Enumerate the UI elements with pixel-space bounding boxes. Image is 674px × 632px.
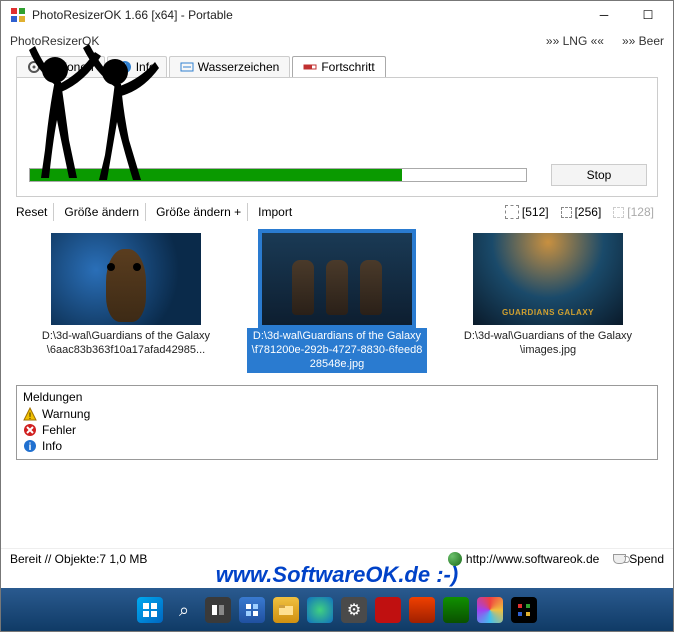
- tab-watermark[interactable]: Wasserzeichen: [169, 56, 291, 77]
- minimize-button[interactable]: [582, 0, 626, 30]
- size-icon: [613, 207, 624, 218]
- warning-icon: !: [23, 407, 37, 421]
- app-icon-green[interactable]: [443, 597, 469, 623]
- beer-button[interactable]: »» Beer: [622, 34, 664, 48]
- message-label: Info: [42, 439, 62, 453]
- thumbnail-item[interactable]: D:\3d-wal\Guardians of the Galaxy\6aac83…: [36, 233, 216, 373]
- maximize-button[interactable]: [626, 0, 670, 30]
- language-button[interactable]: »» LNG ««: [546, 34, 604, 48]
- stop-button[interactable]: Stop: [551, 164, 647, 186]
- thumbnail-grid: D:\3d-wal\Guardians of the Galaxy\6aac83…: [0, 227, 674, 379]
- settings-icon[interactable]: ⚙: [341, 597, 367, 623]
- message-label: Fehler: [42, 423, 76, 437]
- reset-button[interactable]: Reset: [16, 203, 54, 221]
- messages-panel: Meldungen ! Warnung Fehler i Info: [16, 385, 658, 460]
- size-icon: [561, 207, 572, 218]
- widgets-icon[interactable]: [239, 597, 265, 623]
- tab-label: Fortschritt: [321, 60, 374, 74]
- thumbnail-item[interactable]: GUARDIANS GALAXY D:\3d-wal\Guardians of …: [458, 233, 638, 373]
- edge-icon[interactable]: [307, 597, 333, 623]
- message-error[interactable]: Fehler: [23, 423, 651, 437]
- thumbnail-image: GUARDIANS GALAXY: [473, 233, 623, 325]
- app-icon-orange[interactable]: [409, 597, 435, 623]
- thumbnail-item[interactable]: D:\3d-wal\Guardians of the Galaxy\f78120…: [247, 233, 427, 373]
- thumbnail-caption: D:\3d-wal\Guardians of the Galaxy\f78120…: [247, 328, 427, 373]
- resize-button[interactable]: Größe ändern: [58, 203, 146, 221]
- watermark-text: www.SoftwareOK.de :-): [0, 562, 674, 588]
- thumbnail-caption: D:\3d-wal\Guardians of the Galaxy\6aac83…: [36, 328, 216, 360]
- search-icon[interactable]: ⌕: [171, 597, 197, 623]
- action-toolbar: Reset Größe ändern Größe ändern + Import…: [0, 197, 674, 227]
- tab-label: Wasserzeichen: [198, 60, 280, 74]
- svg-text:i: i: [29, 442, 32, 453]
- message-info[interactable]: i Info: [23, 439, 651, 453]
- progress-icon: [303, 60, 317, 74]
- watermark-icon: [180, 60, 194, 74]
- paint-icon[interactable]: [477, 597, 503, 623]
- resize-plus-button[interactable]: Größe ändern +: [150, 203, 248, 221]
- thumbnail-caption: D:\3d-wal\Guardians of the Galaxy\images…: [458, 328, 638, 360]
- thumb-size-512[interactable]: [512]: [501, 203, 553, 221]
- explorer-icon[interactable]: [273, 597, 299, 623]
- thumbnail-image: [262, 233, 412, 325]
- size-icon: [505, 205, 519, 219]
- svg-text:!: !: [29, 411, 32, 421]
- error-icon: [23, 423, 37, 437]
- message-label: Warnung: [42, 407, 90, 421]
- tab-progress[interactable]: Fortschritt: [292, 56, 385, 77]
- app-icon-multi[interactable]: [511, 597, 537, 623]
- message-warning[interactable]: ! Warnung: [23, 407, 651, 421]
- import-button[interactable]: Import: [252, 203, 298, 221]
- start-button[interactable]: [137, 597, 163, 623]
- thumb-size-128[interactable]: [128]: [609, 203, 658, 221]
- app-icon-red[interactable]: [375, 597, 401, 623]
- messages-header: Meldungen: [23, 390, 651, 404]
- thumbnail-image: [51, 233, 201, 325]
- dancing-figures-icon: [7, 20, 177, 195]
- taskview-icon[interactable]: [205, 597, 231, 623]
- info-icon: i: [23, 439, 37, 453]
- progress-panel: Stop: [16, 77, 658, 197]
- windows-taskbar: ⌕ ⚙: [0, 588, 674, 632]
- thumb-size-256[interactable]: [256]: [557, 203, 606, 221]
